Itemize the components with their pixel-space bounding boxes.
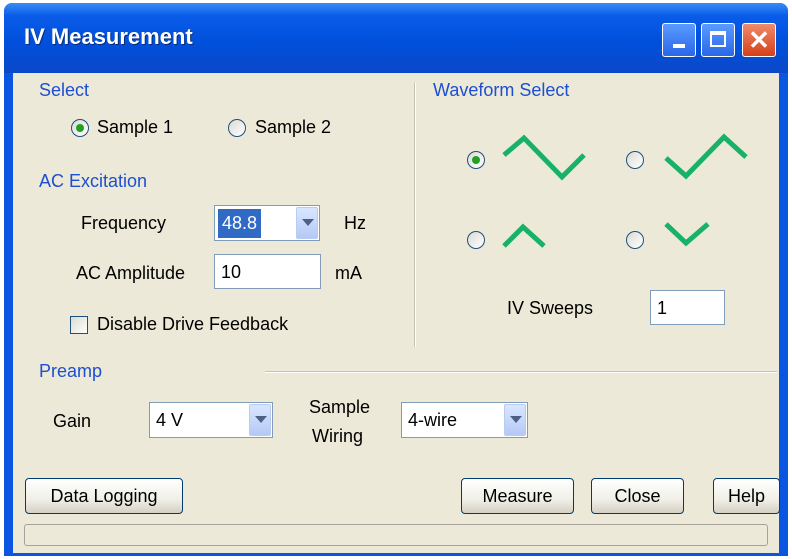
frequency-value: 48.8 bbox=[218, 209, 262, 238]
chevron-down-icon[interactable] bbox=[249, 404, 271, 436]
sample1-label: Sample 1 bbox=[97, 117, 174, 137]
full-cycle-peak-wave-icon[interactable] bbox=[664, 133, 754, 181]
waveform-select-group-label: Waveform Select bbox=[433, 80, 570, 100]
status-progress-bar bbox=[24, 524, 768, 546]
help-button[interactable]: Help bbox=[713, 478, 780, 514]
preamp-group-label: Preamp bbox=[39, 361, 103, 381]
waveform-radio-1[interactable] bbox=[467, 151, 485, 169]
dialog-body: Select Sample 1 Sample 2 AC Excitation F… bbox=[13, 73, 780, 553]
frequency-unit: Hz bbox=[344, 213, 366, 233]
ac-amplitude-input[interactable]: 10 bbox=[214, 254, 321, 289]
waveform-radio-2[interactable] bbox=[626, 151, 644, 169]
title-bar[interactable]: IV Measurement ✕ bbox=[4, 3, 788, 73]
disable-drive-feedback-label: Disable Drive Feedback bbox=[97, 314, 289, 334]
sample1-radio[interactable] bbox=[71, 119, 89, 137]
waveform-radio-4[interactable] bbox=[626, 231, 644, 249]
sample2-label: Sample 2 bbox=[255, 117, 332, 137]
ac-amplitude-unit: mA bbox=[335, 263, 362, 283]
gain-value: 4 V bbox=[156, 410, 184, 430]
iv-sweeps-label: IV Sweeps bbox=[507, 298, 594, 318]
group-divider bbox=[414, 83, 416, 347]
iv-measurement-window: IV Measurement ✕ Select Sample 1 Sample … bbox=[4, 3, 788, 556]
sample-wiring-label-line1: Sample bbox=[309, 397, 371, 417]
sample-wiring-value: 4-wire bbox=[408, 410, 458, 430]
select-group-label: Select bbox=[39, 80, 90, 100]
iv-sweeps-input[interactable]: 1 bbox=[650, 290, 725, 325]
ac-excitation-group-label: AC Excitation bbox=[39, 171, 148, 191]
preamp-separator bbox=[265, 371, 777, 373]
half-cycle-peak-wave-icon[interactable] bbox=[502, 221, 562, 251]
gain-dropdown[interactable]: 4 V bbox=[149, 402, 273, 438]
sample-wiring-label-line2: Wiring bbox=[312, 426, 364, 446]
frequency-dropdown[interactable]: 48.8 bbox=[214, 205, 320, 241]
sample2-radio[interactable] bbox=[228, 119, 246, 137]
frequency-label: Frequency bbox=[81, 213, 167, 233]
full-cycle-valley-wave-icon[interactable] bbox=[502, 134, 592, 183]
chevron-down-icon[interactable] bbox=[296, 207, 318, 239]
maximize-icon bbox=[710, 31, 726, 47]
measure-button[interactable]: Measure bbox=[461, 478, 574, 514]
gain-label: Gain bbox=[53, 411, 92, 431]
disable-drive-feedback-checkbox[interactable] bbox=[70, 316, 88, 334]
minimize-button[interactable] bbox=[662, 23, 696, 57]
window-title: IV Measurement bbox=[24, 24, 193, 49]
minimize-icon bbox=[673, 44, 685, 48]
maximize-button[interactable] bbox=[701, 23, 735, 57]
sample-wiring-dropdown[interactable]: 4-wire bbox=[401, 402, 528, 438]
half-cycle-valley-wave-icon[interactable] bbox=[664, 218, 724, 248]
data-logging-button[interactable]: Data Logging bbox=[25, 478, 183, 514]
chevron-down-icon[interactable] bbox=[504, 404, 526, 436]
close-window-button[interactable]: ✕ bbox=[742, 23, 776, 57]
ac-amplitude-label: AC Amplitude bbox=[76, 263, 186, 283]
close-button[interactable]: Close bbox=[591, 478, 684, 514]
iv-sweeps-value: 1 bbox=[657, 298, 668, 318]
close-icon: ✕ bbox=[748, 25, 770, 55]
ac-amplitude-value: 10 bbox=[221, 262, 242, 282]
waveform-radio-3[interactable] bbox=[467, 231, 485, 249]
